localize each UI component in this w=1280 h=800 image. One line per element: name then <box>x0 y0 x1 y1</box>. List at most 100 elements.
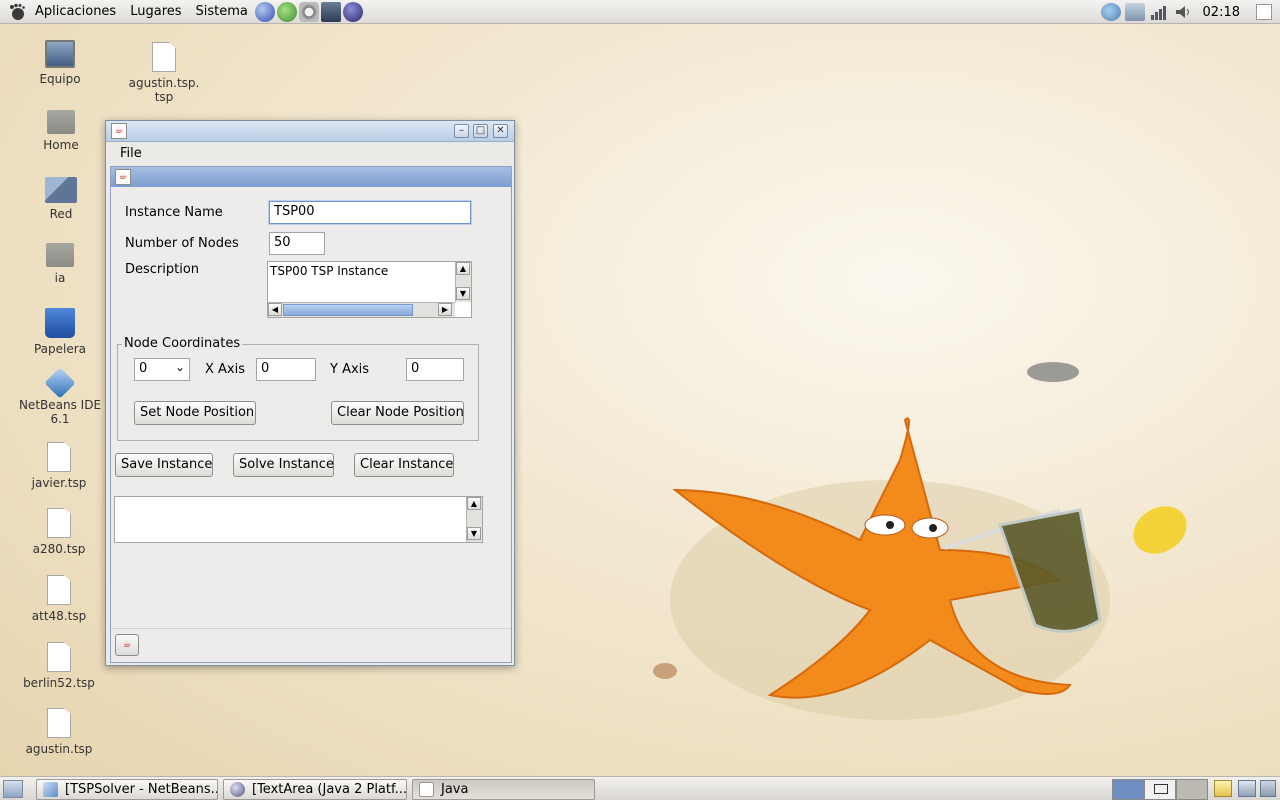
node-coordinates-group: Node Coordinates 0 ⌄ X Axis 0 Y Axis 0 S… <box>117 336 479 441</box>
menubar: File <box>106 142 514 164</box>
disk-utility-icon[interactable] <box>298 1 319 22</box>
signal-strength-icon[interactable] <box>1149 3 1169 21</box>
desktop-icon-equipo[interactable]: Equipo <box>14 40 106 86</box>
top-panel: Aplicaciones Lugares Sistema 02:18 <box>0 0 1280 24</box>
menu-sistema[interactable]: Sistema <box>189 0 255 24</box>
workspace-1[interactable] <box>1112 779 1144 800</box>
folder-icon <box>46 243 74 267</box>
messenger-icon[interactable] <box>276 1 297 22</box>
scroll-down-arrow-icon[interactable]: ▼ <box>456 287 470 300</box>
desktop-icon-papelera[interactable]: Papelera <box>14 308 106 356</box>
desktop-icon-netbeans[interactable]: NetBeans IDE 6.1 <box>14 367 106 426</box>
workspace-2[interactable] <box>1144 779 1176 800</box>
home-folder-icon <box>47 110 75 134</box>
trash-applet-icon[interactable] <box>1260 780 1276 797</box>
network-icon <box>45 177 77 203</box>
x-axis-label: X Axis <box>205 362 246 377</box>
output-vscrollbar[interactable]: ▲ ▼ <box>466 497 482 542</box>
desktop-icon-berlin52-tsp[interactable]: berlin52.tsp <box>13 642 105 690</box>
minimized-frame-icon[interactable]: ☕ <box>115 634 139 656</box>
menu-lugares[interactable]: Lugares <box>123 0 188 24</box>
volume-icon[interactable] <box>1173 3 1193 21</box>
task-label: Java <box>441 782 469 797</box>
text-file-icon <box>47 442 71 472</box>
desktop-icon-agustin-tsp[interactable]: agustin.tsp <box>13 708 105 756</box>
desktop-icon-ia[interactable]: ia <box>14 243 106 285</box>
notes-icon[interactable] <box>1214 780 1232 797</box>
show-desktop-icon[interactable] <box>3 780 23 798</box>
description-vscrollbar[interactable]: ▲ ▼ <box>455 262 471 302</box>
netbeans-icon <box>44 367 76 399</box>
desktop-icon-red[interactable]: Red <box>15 177 107 221</box>
description-scrollpane: TSP00 TSP Instance ▲ ▼ ◀ ▶ <box>267 261 472 318</box>
network-manager-icon[interactable] <box>1124 3 1145 21</box>
text-file-icon <box>47 642 71 672</box>
task-label: [TSPSolver - NetBeans... <box>65 782 218 797</box>
gnome-foot-icon[interactable] <box>6 2 28 22</box>
desktop-icon-label: javier.tsp <box>31 476 87 490</box>
desktop-icon-label: Red <box>49 207 73 221</box>
netbeans-icon <box>43 782 58 797</box>
text-file-icon <box>47 508 71 538</box>
desktop-icon-label: Equipo <box>39 72 81 86</box>
internal-frame-titlebar[interactable]: ☕ <box>111 167 511 187</box>
scroll-left-arrow-icon[interactable]: ◀ <box>268 303 282 316</box>
maximize-button[interactable]: □ <box>473 124 488 138</box>
hscroll-thumb[interactable] <box>283 304 413 316</box>
output-textarea[interactable] <box>115 497 466 542</box>
close-button[interactable]: ✕ <box>493 124 508 138</box>
minimize-button[interactable]: – <box>454 124 469 138</box>
number-of-nodes-input[interactable]: 50 <box>269 232 325 255</box>
clear-node-position-button[interactable]: Clear Node Position <box>331 401 464 425</box>
desktop-icon-label: Home <box>43 138 79 152</box>
internal-frame: ☕ Instance Name TSP00 Number of Nodes 50… <box>110 166 512 663</box>
scroll-up-arrow-icon[interactable]: ▲ <box>456 262 470 275</box>
description-textarea[interactable]: TSP00 TSP Instance <box>269 263 453 299</box>
solve-instance-button[interactable]: Solve Instance <box>233 453 334 477</box>
description-hscrollbar[interactable]: ◀ ▶ <box>268 302 455 317</box>
set-node-position-button[interactable]: Set Node Position <box>134 401 256 425</box>
window-titlebar[interactable]: ☕ – □ ✕ <box>106 121 514 142</box>
clock[interactable]: 02:18 <box>1203 5 1240 20</box>
node-select[interactable]: 0 ⌄ <box>134 358 190 381</box>
save-instance-button[interactable]: Save Instance <box>115 453 213 477</box>
desktop-icon-label: att48.tsp <box>31 609 87 623</box>
y-axis-label: Y Axis <box>330 362 370 377</box>
file-menu[interactable]: File <box>114 146 148 161</box>
java-icon: ☕ <box>111 123 127 139</box>
task-netbeans[interactable]: [TSPSolver - NetBeans... <box>36 779 218 800</box>
terminal-icon[interactable] <box>320 1 341 22</box>
java-icon <box>419 782 434 797</box>
web-browser-icon[interactable] <box>254 1 275 22</box>
description-label: Description <box>125 262 200 277</box>
clear-instance-button[interactable]: Clear Instance <box>354 453 454 477</box>
desktop-icon-att48-tsp[interactable]: att48.tsp <box>13 575 105 623</box>
workspace-3[interactable] <box>1176 779 1208 800</box>
java-tray-icon[interactable] <box>1256 4 1272 20</box>
desktop-icon-home[interactable]: Home <box>15 110 107 152</box>
printer-icon[interactable] <box>1238 780 1256 797</box>
chevron-down-icon: ⌄ <box>174 360 185 374</box>
eclipse-icon[interactable] <box>342 1 363 22</box>
desktop-icon-label: ia <box>54 271 66 285</box>
menu-aplicaciones[interactable]: Aplicaciones <box>28 0 123 24</box>
instance-name-input[interactable]: TSP00 <box>269 201 471 224</box>
task-textarea[interactable]: [TextArea (Java 2 Platf... <box>223 779 407 800</box>
desktop-icon-label: agustin.tsp. tsp <box>128 76 200 104</box>
y-axis-input[interactable]: 0 <box>406 358 464 381</box>
messenger-status-icon[interactable] <box>1100 3 1121 21</box>
scroll-up-arrow-icon[interactable]: ▲ <box>467 497 481 510</box>
x-axis-input[interactable]: 0 <box>256 358 316 381</box>
mail-icon <box>1154 784 1168 794</box>
instance-name-label: Instance Name <box>125 205 223 220</box>
number-of-nodes-label: Number of Nodes <box>125 236 239 251</box>
scroll-right-arrow-icon[interactable]: ▶ <box>438 303 452 316</box>
task-java[interactable]: Java <box>412 779 595 800</box>
internal-frame-bottom-strip: ☕ <box>111 628 511 662</box>
text-file-icon <box>47 708 71 738</box>
desktop-icon-a280-tsp[interactable]: a280.tsp <box>13 508 105 556</box>
scroll-down-arrow-icon[interactable]: ▼ <box>467 527 481 540</box>
desktop-icon-javier-tsp[interactable]: javier.tsp <box>13 442 105 490</box>
desktop-icon-agustin-tsp-tsp[interactable]: agustin.tsp. tsp <box>118 42 210 104</box>
text-file-icon <box>47 575 71 605</box>
